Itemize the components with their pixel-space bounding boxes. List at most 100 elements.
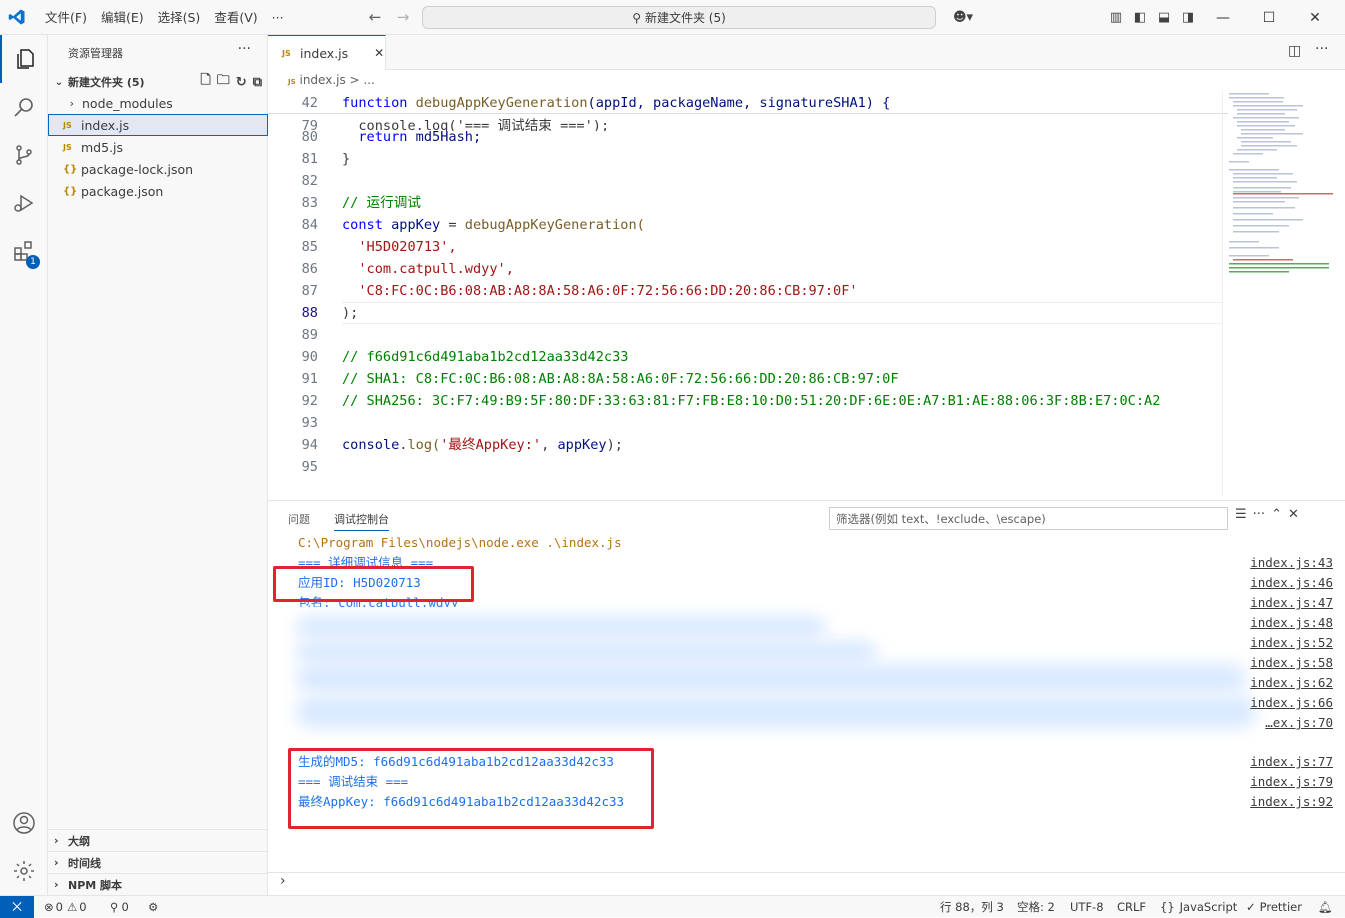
close-tab-icon[interactable]: ✕: [374, 46, 384, 60]
code-line-87[interactable]: 87 'C8:FC:0C:B6:08:AB:A8:8A:58:A6:0F:72:…: [268, 280, 1228, 302]
remote-icon[interactable]: ⨉: [0, 896, 34, 918]
code-line-83[interactable]: 83// 运行调试: [268, 192, 1228, 214]
menu-more[interactable]: ···: [265, 0, 291, 35]
source-link[interactable]: index.js:43: [1250, 553, 1333, 573]
section-label: 大纲: [68, 834, 90, 848]
word-wrap-icon[interactable]: ☰: [1235, 507, 1247, 522]
filter-input[interactable]: 筛选器(例如 text、!exclude、\escape): [829, 507, 1228, 530]
encoding[interactable]: UTF-8: [1070, 896, 1104, 918]
close-panel-icon[interactable]: ✕: [1288, 507, 1299, 522]
account-icon[interactable]: [0, 799, 48, 847]
notifications-bell-icon[interactable]: 🔔︎: [1318, 896, 1333, 918]
toggle-secondary-sidebar-icon[interactable]: ◨: [1176, 0, 1200, 35]
tab-debug-console[interactable]: 调试控制台: [334, 511, 389, 531]
tab-index-js[interactable]: JS index.js ✕: [268, 35, 386, 70]
tree-item-index-js[interactable]: JS index.js: [48, 114, 268, 136]
breadcrumb[interactable]: JS index.js > ...: [288, 73, 375, 87]
code-line-90[interactable]: 90// f66d91c6d491aba1b2cd12aa33d42c33: [268, 346, 1228, 368]
language-mode[interactable]: {} JavaScript: [1160, 896, 1237, 918]
more-actions-icon[interactable]: ···: [238, 41, 251, 57]
prettier-status[interactable]: ✓ Prettier: [1246, 896, 1302, 918]
tree-item-package-lock-json[interactable]: {} package-lock.json: [48, 158, 268, 180]
refresh-icon[interactable]: ↻: [236, 75, 247, 90]
extensions-icon[interactable]: 1: [0, 227, 48, 275]
title-bar: 文件(F) 编辑(E) 选择(S) 查看(V) ··· ← → ⚲ 新建文件夹 …: [0, 0, 1345, 35]
source-link[interactable]: index.js:48: [1250, 613, 1333, 633]
source-link[interactable]: …ex.js:70: [1265, 713, 1333, 733]
new-folder-icon[interactable]: 🗀: [217, 71, 230, 93]
tree-item-node-modules[interactable]: › node_modules: [48, 92, 268, 114]
warning-icon: ⚠: [66, 900, 78, 914]
code-line-92[interactable]: 92// SHA256: 3C:F7:49:B9:5F:80:DF:33:63:…: [268, 390, 1222, 412]
code-line-42-sticky[interactable]: 42 function debugAppKeyGeneration(appId, …: [268, 92, 1228, 114]
forward-arrow-icon[interactable]: →: [390, 8, 416, 26]
code-line-95[interactable]: 95: [268, 456, 1228, 478]
braces-icon: {}: [1160, 900, 1175, 914]
source-link[interactable]: index.js:46: [1250, 573, 1333, 593]
problems-status[interactable]: ⊗ 0 ⚠ 0: [44, 896, 87, 918]
customize-layout-icon[interactable]: ▥: [1104, 0, 1128, 35]
ports-count: 0: [121, 900, 129, 914]
back-arrow-icon[interactable]: ←: [362, 8, 388, 26]
tree-item-md5-js[interactable]: JS md5.js: [48, 136, 268, 158]
run-debug-icon[interactable]: [0, 179, 48, 227]
maximize-icon[interactable]: ☐: [1246, 0, 1292, 35]
tree-item-package-json[interactable]: {} package.json: [48, 180, 268, 202]
code-line-85[interactable]: 85 'H5D020713',: [268, 236, 1228, 258]
toggle-panel-icon[interactable]: ⬓: [1152, 0, 1176, 35]
code-line-89[interactable]: 89: [268, 324, 1228, 346]
section-timeline[interactable]: › 时间线: [48, 851, 268, 873]
toggle-sidebar-icon[interactable]: ◧: [1128, 0, 1152, 35]
source-link[interactable]: index.js:52: [1250, 633, 1333, 653]
cursor-position[interactable]: 行 88，列 3: [940, 896, 1004, 918]
code-line-93[interactable]: 93: [268, 412, 1228, 434]
ports-status[interactable]: ⚲ 0: [110, 896, 129, 918]
command-center-search[interactable]: ⚲ 新建文件夹 (5): [422, 6, 936, 29]
minimize-icon[interactable]: —: [1200, 0, 1246, 35]
source-link[interactable]: index.js:92: [1250, 792, 1333, 812]
search-activity-icon[interactable]: [0, 83, 48, 131]
code-line-84[interactable]: 84 const appKey = debugAppKeyGeneration(: [268, 214, 1228, 236]
code-line-91[interactable]: 91// SHA1: C8:FC:0C:B6:08:AB:A8:8A:58:A6…: [268, 368, 1228, 390]
source-control-icon[interactable]: [0, 131, 48, 179]
explorer-sidebar: 资源管理器 ··· ⌄ 新建文件夹 (5) 🗋 🗀 ↻ ⧉ › node_mod…: [48, 35, 268, 895]
editor-more-icon[interactable]: ···: [1315, 41, 1328, 57]
folder-header[interactable]: ⌄ 新建文件夹 (5) 🗋 🗀 ↻ ⧉: [48, 71, 268, 93]
collapse-all-icon[interactable]: ⧉: [253, 75, 262, 90]
console-input[interactable]: ›: [268, 872, 1345, 895]
source-link[interactable]: index.js:47: [1250, 593, 1333, 613]
source-link[interactable]: index.js:77: [1250, 752, 1333, 772]
close-window-icon[interactable]: ✕: [1292, 0, 1338, 35]
new-file-icon[interactable]: 🗋: [200, 71, 210, 93]
section-outline[interactable]: › 大纲: [48, 829, 268, 851]
section-npm-scripts[interactable]: › NPM 脚本: [48, 873, 268, 895]
source-link[interactable]: index.js:58: [1250, 653, 1333, 673]
code-line-82[interactable]: 82: [268, 170, 1228, 192]
js-file-icon: JS: [63, 142, 72, 152]
source-link[interactable]: index.js:62: [1250, 673, 1333, 693]
indentation[interactable]: 空格: 2: [1017, 896, 1055, 918]
chevron-right-icon: ›: [69, 96, 74, 110]
code-line-86[interactable]: 86 'com.catpull.wdyy',: [268, 258, 1228, 280]
maximize-panel-icon[interactable]: ⌃: [1271, 507, 1282, 522]
menu-view[interactable]: 查看(V): [207, 0, 264, 35]
source-link[interactable]: index.js:79: [1250, 772, 1333, 792]
split-editor-icon[interactable]: ◫: [1288, 43, 1301, 59]
tab-problems[interactable]: 问题: [288, 511, 310, 527]
json-file-icon: {}: [63, 163, 78, 175]
explorer-icon[interactable]: [0, 35, 48, 83]
code-line-94[interactable]: 94 console.log('最终AppKey:', appKey);: [268, 434, 1228, 456]
panel-more-icon[interactable]: ···: [1253, 507, 1265, 522]
menu-selection[interactable]: 选择(S): [151, 0, 208, 35]
code-line-81[interactable]: 81}: [268, 148, 1228, 170]
line-ending[interactable]: CRLF: [1117, 896, 1146, 918]
menu-file[interactable]: 文件(F): [38, 0, 94, 35]
minimap[interactable]: [1222, 91, 1334, 496]
settings-gear-icon[interactable]: [0, 847, 48, 895]
debug-status-icon[interactable]: ⚙: [148, 896, 158, 918]
source-link[interactable]: index.js:66: [1250, 693, 1333, 713]
code-line-88[interactable]: 88);: [268, 302, 1228, 324]
menu-edit[interactable]: 编辑(E): [94, 0, 151, 35]
code-line-80[interactable]: 80 return md5Hash;: [268, 126, 1228, 148]
copilot-icon[interactable]: ☻▾: [946, 0, 980, 35]
